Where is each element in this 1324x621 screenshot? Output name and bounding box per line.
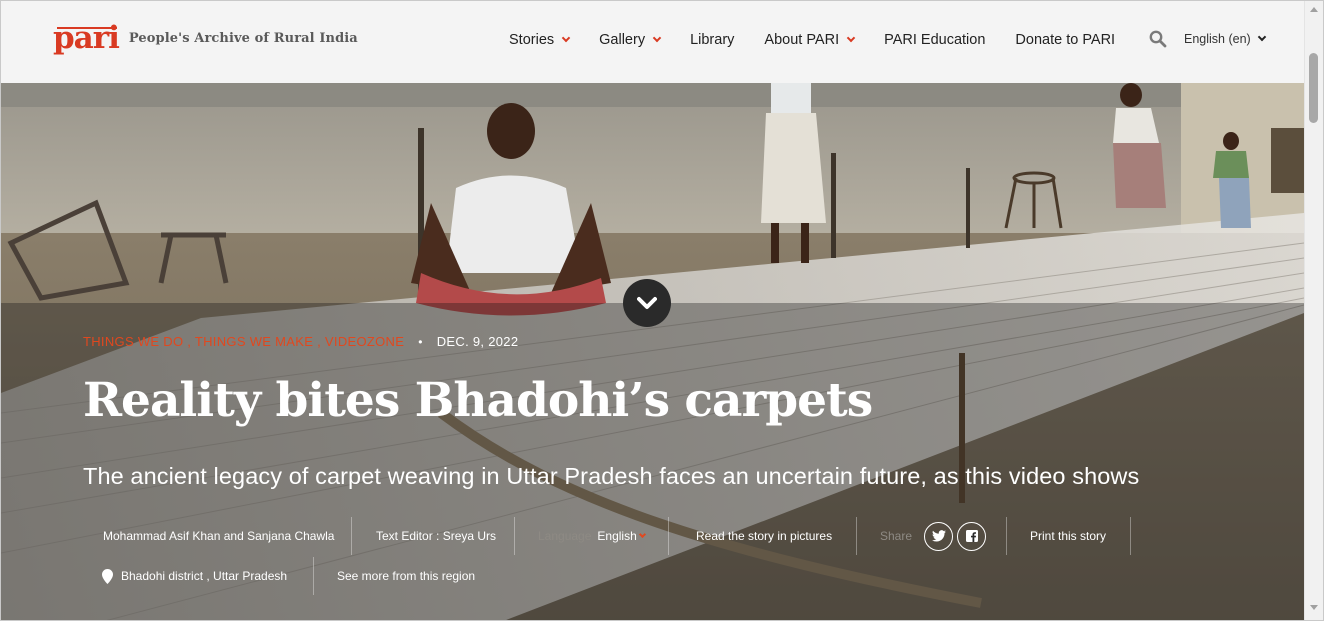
nav-gallery[interactable]: Gallery xyxy=(599,32,662,48)
nav-stories[interactable]: Stories xyxy=(509,32,571,48)
print-story-label: Print this story xyxy=(1030,529,1107,543)
story-location[interactable]: Bhadohi district , Uttar Pradesh xyxy=(83,557,314,595)
authors-label: Mohammad Asif Khan and Sanjana Chawla xyxy=(103,529,335,543)
pari-logo-mark: pari xyxy=(53,19,120,56)
page-scrollbar[interactable] xyxy=(1304,1,1323,620)
twitter-icon xyxy=(931,530,946,542)
story-date: DEC. 9, 2022 xyxy=(436,334,519,349)
chevron-down-icon xyxy=(637,297,657,309)
language-label: Language xyxy=(538,529,592,543)
nav-stories-label: Stories xyxy=(509,32,555,48)
chevron-down-icon xyxy=(1257,32,1266,42)
chevron-down-icon xyxy=(652,33,662,43)
facebook-share-button[interactable] xyxy=(957,521,987,551)
story-location-row: Bhadohi district , Uttar Pradesh See mor… xyxy=(83,557,475,595)
site-header: pari People's Archive of Rural India Sto… xyxy=(1,1,1304,83)
chevron-down-icon xyxy=(846,33,856,43)
language-value: English xyxy=(597,529,637,543)
nav-library-label: Library xyxy=(690,32,735,48)
browser-window: pari People's Archive of Rural India Sto… xyxy=(0,0,1324,621)
story-meta-row: Mohammad Asif Khan and Sanjana Chawla Te… xyxy=(83,517,1131,555)
story-subtitle: The ancient legacy of carpet weaving in … xyxy=(83,463,1140,489)
nav-pari-education[interactable]: PARI Education xyxy=(884,32,985,48)
scrollbar-thumb[interactable] xyxy=(1309,53,1318,123)
location-label: Bhadohi district , Uttar Pradesh xyxy=(121,569,288,583)
twitter-share-button[interactable] xyxy=(924,521,954,551)
read-story-in-pictures[interactable]: Read the story in pictures xyxy=(669,517,857,555)
share-label: Share xyxy=(880,529,913,543)
scroll-down-arrow-icon[interactable] xyxy=(1310,605,1318,610)
nav-library[interactable]: Library xyxy=(690,32,734,48)
chevron-down-icon xyxy=(561,33,571,43)
text-editor-label: Text Editor : Sreya Urs xyxy=(376,529,497,543)
nav-gallery-label: Gallery xyxy=(599,32,646,48)
story-categories: THINGS WE DO , THINGS WE MAKE , VIDEOZON… xyxy=(83,334,518,349)
search-icon[interactable] xyxy=(1149,30,1167,48)
category-links[interactable]: THINGS WE DO , THINGS WE MAKE , VIDEOZON… xyxy=(83,334,404,349)
site-name: People's Archive of Rural India xyxy=(128,30,358,46)
authors[interactable]: Mohammad Asif Khan and Sanjana Chawla xyxy=(83,517,352,555)
language-switcher[interactable]: Language English xyxy=(515,517,669,555)
main-nav: Stories Gallery Library About PARI PARI … xyxy=(509,30,1115,50)
nav-about-label: About PARI xyxy=(764,32,840,48)
pari-logo[interactable]: pari People's Archive of Rural India xyxy=(53,19,358,57)
language-selector[interactable]: English (en) xyxy=(1184,32,1266,46)
nav-donate-label: Donate to PARI xyxy=(1015,32,1116,48)
story-title: Reality bites Bhadohi’s carpets xyxy=(83,373,873,428)
scroll-up-arrow-icon[interactable] xyxy=(1310,7,1318,12)
nav-about-pari[interactable]: About PARI xyxy=(764,32,856,48)
see-more-label: See more from this region xyxy=(337,569,476,583)
read-story-in-pictures-label: Read the story in pictures xyxy=(696,529,833,543)
hero-section: THINGS WE DO , THINGS WE MAKE , VIDEOZON… xyxy=(1,83,1304,620)
text-editor[interactable]: Text Editor : Sreya Urs xyxy=(352,517,515,555)
share-group: Share xyxy=(857,517,1007,555)
scroll-down-button[interactable] xyxy=(623,279,671,327)
see-more-from-region-link[interactable]: See more from this region xyxy=(314,557,475,595)
separator-dot: • xyxy=(418,334,423,349)
nav-education-label: PARI Education xyxy=(884,32,986,48)
nav-donate[interactable]: Donate to PARI xyxy=(1015,32,1115,48)
location-pin-icon xyxy=(102,568,113,584)
language-selector-label: English (en) xyxy=(1184,32,1251,46)
print-story-button[interactable]: Print this story xyxy=(1007,517,1131,555)
chevron-down-icon xyxy=(638,530,646,538)
facebook-icon xyxy=(965,530,978,542)
